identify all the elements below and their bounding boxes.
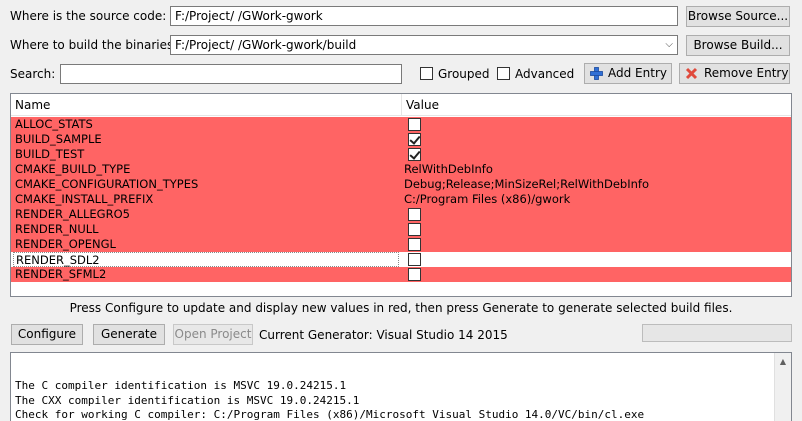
entry-value[interactable]: C:/Program Files (x86)/gwork bbox=[404, 192, 570, 207]
browse-build-button[interactable]: Browse Build... bbox=[686, 35, 790, 56]
table-row[interactable]: RENDER_SDL2 bbox=[11, 252, 791, 267]
remove-entry-label: Remove Entry bbox=[704, 66, 789, 80]
entry-name: RENDER_ALLEGRO5 bbox=[15, 207, 130, 221]
configure-button[interactable]: Configure bbox=[11, 324, 83, 345]
entry-name: CMAKE_INSTALL_PREFIX bbox=[15, 192, 154, 206]
column-header-value[interactable]: Value bbox=[401, 94, 791, 116]
entry-name: CMAKE_BUILD_TYPE bbox=[15, 162, 131, 176]
advanced-checkbox[interactable] bbox=[497, 67, 510, 80]
table-row[interactable]: RENDER_ALLEGRO5 bbox=[11, 207, 791, 222]
entry-value-checkbox[interactable] bbox=[408, 238, 421, 251]
x-icon bbox=[685, 67, 698, 80]
entry-value-checkbox[interactable] bbox=[408, 253, 421, 266]
cache-entries-table[interactable]: Name Value ALLOC_STATS BUILD_SAMPLE BUILD_… bbox=[10, 93, 792, 297]
output-log[interactable]: The C compiler identification is MSVC 19… bbox=[10, 352, 792, 421]
table-row[interactable]: RENDER_SFML2 bbox=[11, 267, 791, 282]
entry-value-checkbox[interactable] bbox=[408, 208, 421, 221]
log-line: The CXX compiler identification is MSVC … bbox=[15, 393, 360, 407]
table-row[interactable]: RENDER_NULL bbox=[11, 222, 791, 237]
entry-name: RENDER_NULL bbox=[15, 222, 99, 236]
table-row[interactable]: ALLOC_STATS bbox=[11, 117, 791, 132]
search-input[interactable] bbox=[60, 64, 402, 84]
build-path-value: F:/Project/ /GWork-gwork/build bbox=[175, 38, 357, 52]
entry-value-checkbox[interactable] bbox=[408, 133, 421, 146]
table-header: Name Value bbox=[11, 94, 791, 116]
table-row[interactable]: RENDER_OPENGL bbox=[11, 237, 791, 252]
entry-value[interactable]: RelWithDebInfo bbox=[404, 162, 493, 177]
column-header-name[interactable]: Name bbox=[11, 94, 401, 116]
current-generator-text: Current Generator: Visual Studio 14 2015 bbox=[259, 328, 508, 342]
entry-name: RENDER_SFML2 bbox=[15, 267, 107, 281]
source-label: Where is the source code: bbox=[10, 9, 167, 23]
table-row[interactable]: CMAKE_CONFIGURATION_TYPES Debug;Release;M… bbox=[11, 177, 791, 192]
entry-value-checkbox[interactable] bbox=[408, 223, 421, 236]
build-label: Where to build the binaries: bbox=[10, 38, 178, 52]
entry-name: BUILD_SAMPLE bbox=[15, 132, 102, 146]
entry-name: RENDER_OPENGL bbox=[15, 237, 116, 251]
build-path-combobox[interactable]: F:/Project/ /GWork-gwork/build ⌵ bbox=[170, 35, 678, 55]
source-path-input[interactable]: F:/Project/ /GWork-gwork bbox=[170, 6, 678, 26]
add-entry-button[interactable]: Add Entry bbox=[584, 63, 672, 84]
progress-bar bbox=[642, 324, 792, 342]
entry-name: RENDER_SDL2 bbox=[13, 252, 399, 267]
add-entry-label: Add Entry bbox=[608, 66, 667, 80]
table-row[interactable]: CMAKE_BUILD_TYPE RelWithDebInfo bbox=[11, 162, 791, 177]
table-body: ALLOC_STATS BUILD_SAMPLE BUILD_TEST CMAKE_B… bbox=[11, 117, 791, 282]
grouped-label: Grouped bbox=[438, 67, 490, 81]
generate-button[interactable]: Generate bbox=[93, 324, 165, 345]
log-line: Check for working C compiler: C:/Program… bbox=[15, 408, 645, 421]
table-row[interactable]: BUILD_TEST bbox=[11, 147, 791, 162]
entry-name: ALLOC_STATS bbox=[15, 117, 93, 131]
configure-hint-text: Press Configure to update and display ne… bbox=[69, 301, 733, 315]
remove-entry-button[interactable]: Remove Entry bbox=[679, 63, 790, 84]
browse-source-button[interactable]: Browse Source... bbox=[686, 6, 790, 27]
log-line: The C compiler identification is MSVC 19… bbox=[15, 379, 347, 392]
entry-name: BUILD_TEST bbox=[15, 147, 85, 161]
search-label: Search: bbox=[10, 67, 56, 81]
entry-name: CMAKE_CONFIGURATION_TYPES bbox=[15, 177, 199, 191]
entry-value-checkbox[interactable] bbox=[408, 148, 421, 161]
chevron-down-icon[interactable]: ⌵ bbox=[665, 36, 673, 54]
open-project-button[interactable]: Open Project bbox=[173, 324, 253, 345]
table-row[interactable]: CMAKE_INSTALL_PREFIX C:/Program Files (x8… bbox=[11, 192, 791, 207]
output-scrollbar[interactable]: ▲ bbox=[774, 353, 791, 421]
entry-value-checkbox[interactable] bbox=[408, 268, 421, 281]
entry-value-checkbox[interactable] bbox=[408, 118, 421, 131]
plus-icon bbox=[590, 67, 603, 80]
entry-value[interactable]: Debug;Release;MinSizeRel;RelWithDebInfo bbox=[404, 177, 649, 192]
advanced-label: Advanced bbox=[515, 67, 575, 81]
output-lines: The C compiler identification is MSVC 19… bbox=[15, 379, 644, 421]
arrow-up-icon[interactable]: ▲ bbox=[775, 353, 791, 370]
table-row[interactable]: BUILD_SAMPLE bbox=[11, 132, 791, 147]
grouped-checkbox[interactable] bbox=[420, 67, 433, 80]
